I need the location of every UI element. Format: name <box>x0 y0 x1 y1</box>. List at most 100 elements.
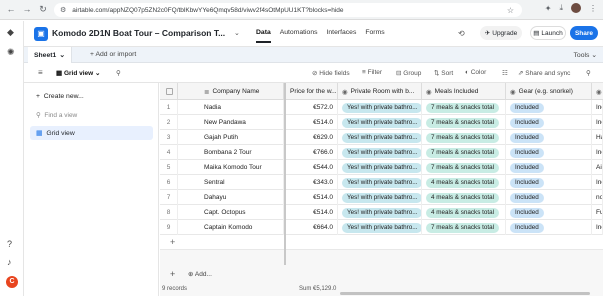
share-button[interactable]: Share <box>570 26 598 40</box>
cell-private-room[interactable]: Yes! with private bathro... <box>338 220 422 235</box>
column-header-meals[interactable]: ◉ Meals Included <box>422 83 506 100</box>
hamburger-icon[interactable]: ≡ <box>38 68 43 77</box>
view-switcher[interactable]: ▦ Grid view ⌄ <box>56 69 100 77</box>
plus-icon[interactable]: + <box>170 237 175 247</box>
downloads-icon[interactable]: ⤓ <box>559 3 563 13</box>
cell-meals[interactable]: 4 meals & snacks total <box>422 175 506 190</box>
site-info-icon[interactable]: ⚙ <box>60 6 66 14</box>
user-avatar[interactable]: C <box>6 276 18 288</box>
row-number[interactable]: 1 <box>160 100 178 115</box>
column-header-gear[interactable]: ◉ Gear (e.g. snorkel) <box>506 83 592 100</box>
add-row[interactable]: + <box>160 235 603 250</box>
row-number[interactable]: 5 <box>160 160 178 175</box>
table-row[interactable]: 9 Captain Komodo €664.0 Yes! with private b… <box>160 220 603 235</box>
share-and-sync-button[interactable]: ⇗ Share and sync <box>518 69 570 77</box>
tab-automations[interactable]: Automations <box>280 29 318 43</box>
tab-forms[interactable]: Forms <box>365 29 384 43</box>
row-number[interactable]: 4 <box>160 145 178 160</box>
cell-next-column[interactable]: Incl <box>592 175 603 190</box>
row-number[interactable]: 3 <box>160 130 178 145</box>
cell-price[interactable]: €629.0 <box>286 130 338 145</box>
base-title[interactable]: Komodo 2D1N Boat Tour – Comparison T... <box>52 28 225 38</box>
cell-meals[interactable]: 7 meals & snacks total <box>422 100 506 115</box>
cell-price[interactable]: €544.0 <box>286 160 338 175</box>
table-row[interactable]: 8 Capt. Octopus €514.0 Yes! with private ba… <box>160 205 603 220</box>
cell-next-column[interactable]: Air <box>592 160 603 175</box>
cell-next-column[interactable]: not <box>592 190 603 205</box>
plus-icon[interactable]: + <box>170 269 175 279</box>
cell-private-room[interactable]: Yes! with private bathro... <box>338 100 422 115</box>
cell-price[interactable]: €514.0 <box>286 205 338 220</box>
menu-kebab-icon[interactable]: ⋮ <box>589 4 597 13</box>
sidebar-item-grid-view[interactable]: ▦ Grid view <box>30 126 153 140</box>
cell-gear[interactable]: Included <box>506 145 592 160</box>
cell-price[interactable]: €514.0 <box>286 115 338 130</box>
cell-meals[interactable]: 7 meals & snacks total <box>422 220 506 235</box>
cell-meals[interactable]: 7 meals & snacks total <box>422 160 506 175</box>
add-person-icon[interactable]: ⚲ <box>116 69 121 77</box>
table-row[interactable]: 6 Sentral €343.0 Yes! with private bathro..… <box>160 175 603 190</box>
table-row[interactable]: 2 New Pandawa €514.0 Yes! with private bath… <box>160 115 603 130</box>
select-all-checkbox[interactable] <box>160 83 178 100</box>
cell-private-room[interactable]: Yes! with private bathro... <box>338 160 422 175</box>
cell-next-column[interactable]: Incl <box>592 145 603 160</box>
column-header-price[interactable]: Price for the w... <box>286 83 338 100</box>
extensions-icon[interactable]: ✦ <box>545 4 552 13</box>
row-number[interactable]: 8 <box>160 205 178 220</box>
reload-icon[interactable]: ↻ <box>36 4 50 15</box>
help-icon[interactable]: ? <box>7 239 12 249</box>
table-row[interactable]: 1 Nadia €572.0 Yes! with private bathro... 7… <box>160 100 603 115</box>
cell-company[interactable]: Nadia <box>178 100 284 115</box>
table-row[interactable]: 7 Dahayu €514.0 Yes! with private bathro...… <box>160 190 603 205</box>
forward-icon[interactable]: → <box>20 4 34 14</box>
row-number[interactable]: 9 <box>160 220 178 235</box>
cell-next-column[interactable]: Incl <box>592 115 603 130</box>
cell-private-room[interactable]: Yes! with private bathro... <box>338 175 422 190</box>
cell-meals[interactable]: 7 meals & snacks total <box>422 115 506 130</box>
cell-private-room[interactable]: Yes! with private bathro... <box>338 205 422 220</box>
cell-company[interactable]: Gajah Putih <box>178 130 284 145</box>
cell-company[interactable]: New Pandawa <box>178 115 284 130</box>
search-icon[interactable]: ⚲ <box>586 69 591 77</box>
cell-price[interactable]: €514.0 <box>286 190 338 205</box>
cell-gear[interactable]: Included <box>506 100 592 115</box>
notifications-bell-icon[interactable]: ♪ <box>7 257 12 267</box>
cell-company[interactable]: Dahayu <box>178 190 284 205</box>
cell-meals[interactable]: 7 meals & snacks total <box>422 130 506 145</box>
upgrade-button[interactable]: ✈ Upgrade <box>480 26 522 40</box>
cell-company[interactable]: Maika Komodo Tour <box>178 160 284 175</box>
cell-next-column[interactable]: Incl <box>592 100 603 115</box>
cell-gear[interactable]: Included <box>506 175 592 190</box>
cell-gear[interactable]: Included <box>506 205 592 220</box>
address-bar[interactable]: ⚙ airtable.com/appNZQ07p5ZN2c0FQ/tblKbwY… <box>54 3 522 17</box>
airtable-logo-icon[interactable]: ◆ <box>7 27 14 38</box>
cell-price[interactable]: €664.0 <box>286 220 338 235</box>
filter-button[interactable]: ≡ Filter <box>362 69 382 76</box>
cell-next-column[interactable]: Hai <box>592 130 603 145</box>
back-icon[interactable]: ← <box>4 4 18 14</box>
cell-gear[interactable]: Included <box>506 220 592 235</box>
cell-gear[interactable]: Included <box>506 130 592 145</box>
add-or-import-button[interactable]: + Add or import <box>90 51 136 58</box>
cell-gear[interactable]: Included <box>506 190 592 205</box>
cell-company[interactable]: Sentral <box>178 175 284 190</box>
chevron-down-icon[interactable]: ⌄ <box>234 29 240 37</box>
history-icon[interactable]: ⟲ <box>458 29 465 38</box>
tab-interfaces[interactable]: Interfaces <box>327 29 357 43</box>
column-header-next[interactable]: ◉ <box>592 83 603 100</box>
bookmark-star-icon[interactable]: ☆ <box>507 6 514 15</box>
table-row[interactable]: 3 Gajah Putih €629.0 Yes! with private bath… <box>160 130 603 145</box>
tools-menu[interactable]: Tools ⌄ <box>574 51 597 59</box>
cell-gear[interactable]: Included <box>506 115 592 130</box>
cell-meals[interactable]: 7 meals & snacks total <box>422 145 506 160</box>
row-height-icon[interactable]: ☷ <box>502 69 508 77</box>
add-record-button[interactable]: ⊕ Add... <box>188 270 212 278</box>
cell-company[interactable]: Captain Komodo <box>178 220 284 235</box>
tab-data[interactable]: Data <box>256 29 271 43</box>
cell-meals[interactable]: 4 meals & snacks total <box>422 190 506 205</box>
column-header-private-room[interactable]: ◉ Private Room with b... <box>338 83 422 100</box>
group-button[interactable]: ⊟ Group <box>396 69 421 77</box>
hide-fields-button[interactable]: ⊘ Hide fields <box>312 69 350 77</box>
cell-next-column[interactable]: Incl <box>592 220 603 235</box>
color-button[interactable]: ◐ Color <box>465 69 486 76</box>
